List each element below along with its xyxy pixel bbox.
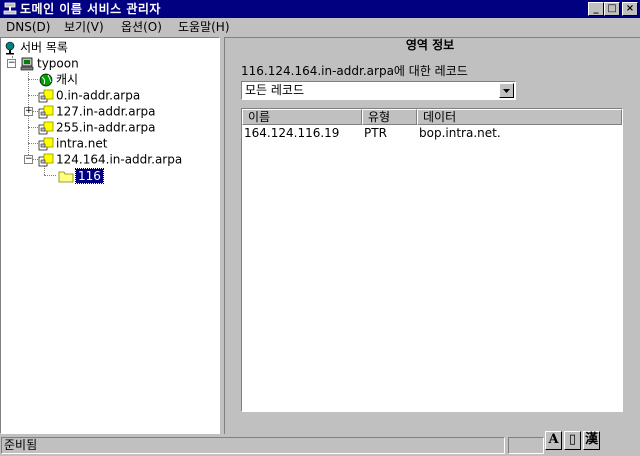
server-list-icon xyxy=(5,41,15,54)
ime-halfwidth-button[interactable]: ▯ xyxy=(564,431,581,450)
menu-help[interactable]: 도움말(H) xyxy=(178,20,230,35)
status-text: 준비됨 xyxy=(1,437,505,454)
menu-view[interactable]: 보기(V) xyxy=(64,20,104,35)
tree-node-zone-0[interactable]: 0.in-addr.arpa xyxy=(38,87,140,103)
record-name-cell: 164.124.116.19 xyxy=(244,126,340,140)
expand-toggle-127[interactable]: + xyxy=(24,107,33,116)
tree-node-zone-255[interactable]: 255.in-addr.arpa xyxy=(38,119,155,135)
tree-label: 캐시 xyxy=(56,72,79,87)
title-bar: 도메인 이름 서비스 관리자 _ □ × xyxy=(0,0,640,18)
menu-bar: DNS(D) 보기(V) 옵션(O) 도움말(H) xyxy=(0,18,640,37)
collapse-toggle-124-164[interactable]: − xyxy=(24,155,33,164)
tree-node-typoon[interactable]: typoon xyxy=(19,55,79,71)
status-bar: 준비됨 xyxy=(0,435,640,456)
record-filter-select[interactable]: 모든 레코드 xyxy=(241,81,516,100)
menu-dns[interactable]: DNS(D) xyxy=(6,20,50,35)
tree-label: 127.in-addr.arpa xyxy=(56,104,156,119)
tree-node-server-list[interactable]: 서버 목록 xyxy=(2,39,68,55)
tree-label: typoon xyxy=(37,56,79,71)
table-row[interactable]: 164.124.116.19 PTR bop.intra.net. xyxy=(242,126,622,140)
tree-label: 0.in-addr.arpa xyxy=(56,88,141,103)
tree-label: intra.net xyxy=(56,136,108,151)
menu-options[interactable]: 옵션(O) xyxy=(121,20,162,35)
pane-title: 영역 정보 xyxy=(405,38,455,52)
column-header-data[interactable]: 데이터 xyxy=(417,109,622,125)
dns-app-icon xyxy=(3,2,17,15)
zone-info-pane: 영역 정보 116.124.164.in-addr.arpa에 대한 레코드 모… xyxy=(224,37,640,434)
tree-label: 서버 목록 xyxy=(20,40,68,55)
records-list[interactable]: 이름 유형 데이터 164.124.116.19 PTR bop.intra.n… xyxy=(241,108,623,412)
record-type-cell: PTR xyxy=(364,126,387,140)
folder-icon xyxy=(58,171,74,182)
minimize-button[interactable]: _ xyxy=(588,2,604,16)
record-data-cell: bop.intra.net. xyxy=(419,126,501,140)
zone-icon xyxy=(38,153,54,166)
status-panel-2 xyxy=(508,437,544,454)
server-icon xyxy=(20,57,34,70)
zone-records-label: 116.124.164.in-addr.arpa에 대한 레코드 xyxy=(241,64,468,78)
chevron-down-icon xyxy=(503,89,510,93)
record-filter-value: 모든 레코드 xyxy=(245,83,305,97)
server-tree-pane[interactable]: 서버 목록 − typoon 캐시 0.in-addr.arpa + 127.i… xyxy=(0,37,220,434)
tree-node-zone-124-164[interactable]: 124.164.in-addr.arpa xyxy=(38,151,182,167)
zone-icon xyxy=(38,121,54,134)
ime-hanja-button[interactable]: 漢 xyxy=(583,431,600,450)
ime-alpha-button[interactable]: A xyxy=(545,431,562,450)
zone-icon xyxy=(38,105,54,118)
tree-node-intra-net[interactable]: intra.net xyxy=(38,135,107,151)
column-header-type[interactable]: 유형 xyxy=(362,109,417,125)
zone-icon xyxy=(38,89,54,102)
tree-label: 124.164.in-addr.arpa xyxy=(56,152,183,167)
zone-icon xyxy=(38,137,54,150)
tree-node-zone-127[interactable]: 127.in-addr.arpa xyxy=(38,103,155,119)
dropdown-arrow-button[interactable] xyxy=(499,83,514,98)
column-header-name[interactable]: 이름 xyxy=(242,109,362,125)
close-button[interactable]: × xyxy=(622,2,638,16)
globe-icon xyxy=(39,73,53,86)
tree-label: 255.in-addr.arpa xyxy=(56,120,156,135)
window-title: 도메인 이름 서비스 관리자 xyxy=(20,2,161,16)
tree-node-116[interactable]: 116 xyxy=(58,167,104,184)
tree-node-cache[interactable]: 캐시 xyxy=(38,71,78,87)
maximize-button[interactable]: □ xyxy=(604,2,620,16)
collapse-toggle-typoon[interactable]: − xyxy=(7,59,16,68)
tree-label: 116 xyxy=(75,167,104,184)
